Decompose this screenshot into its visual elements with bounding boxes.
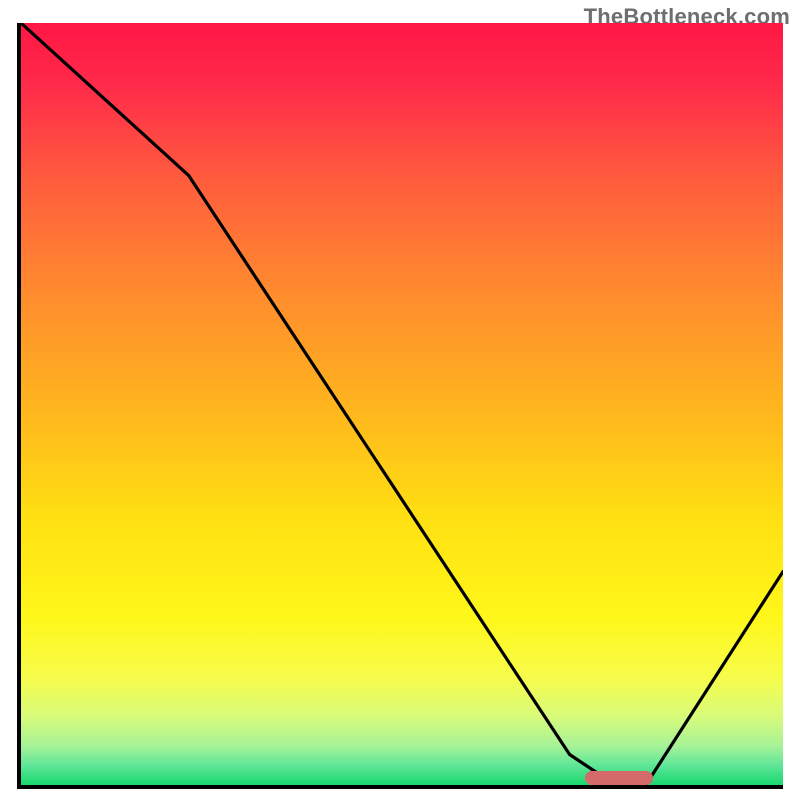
bottleneck-curve <box>21 23 783 785</box>
axes-frame <box>17 23 783 789</box>
plot-area <box>21 23 783 785</box>
chart-root: TheBottleneck.com <box>0 0 800 800</box>
optimal-range-marker <box>585 771 654 785</box>
